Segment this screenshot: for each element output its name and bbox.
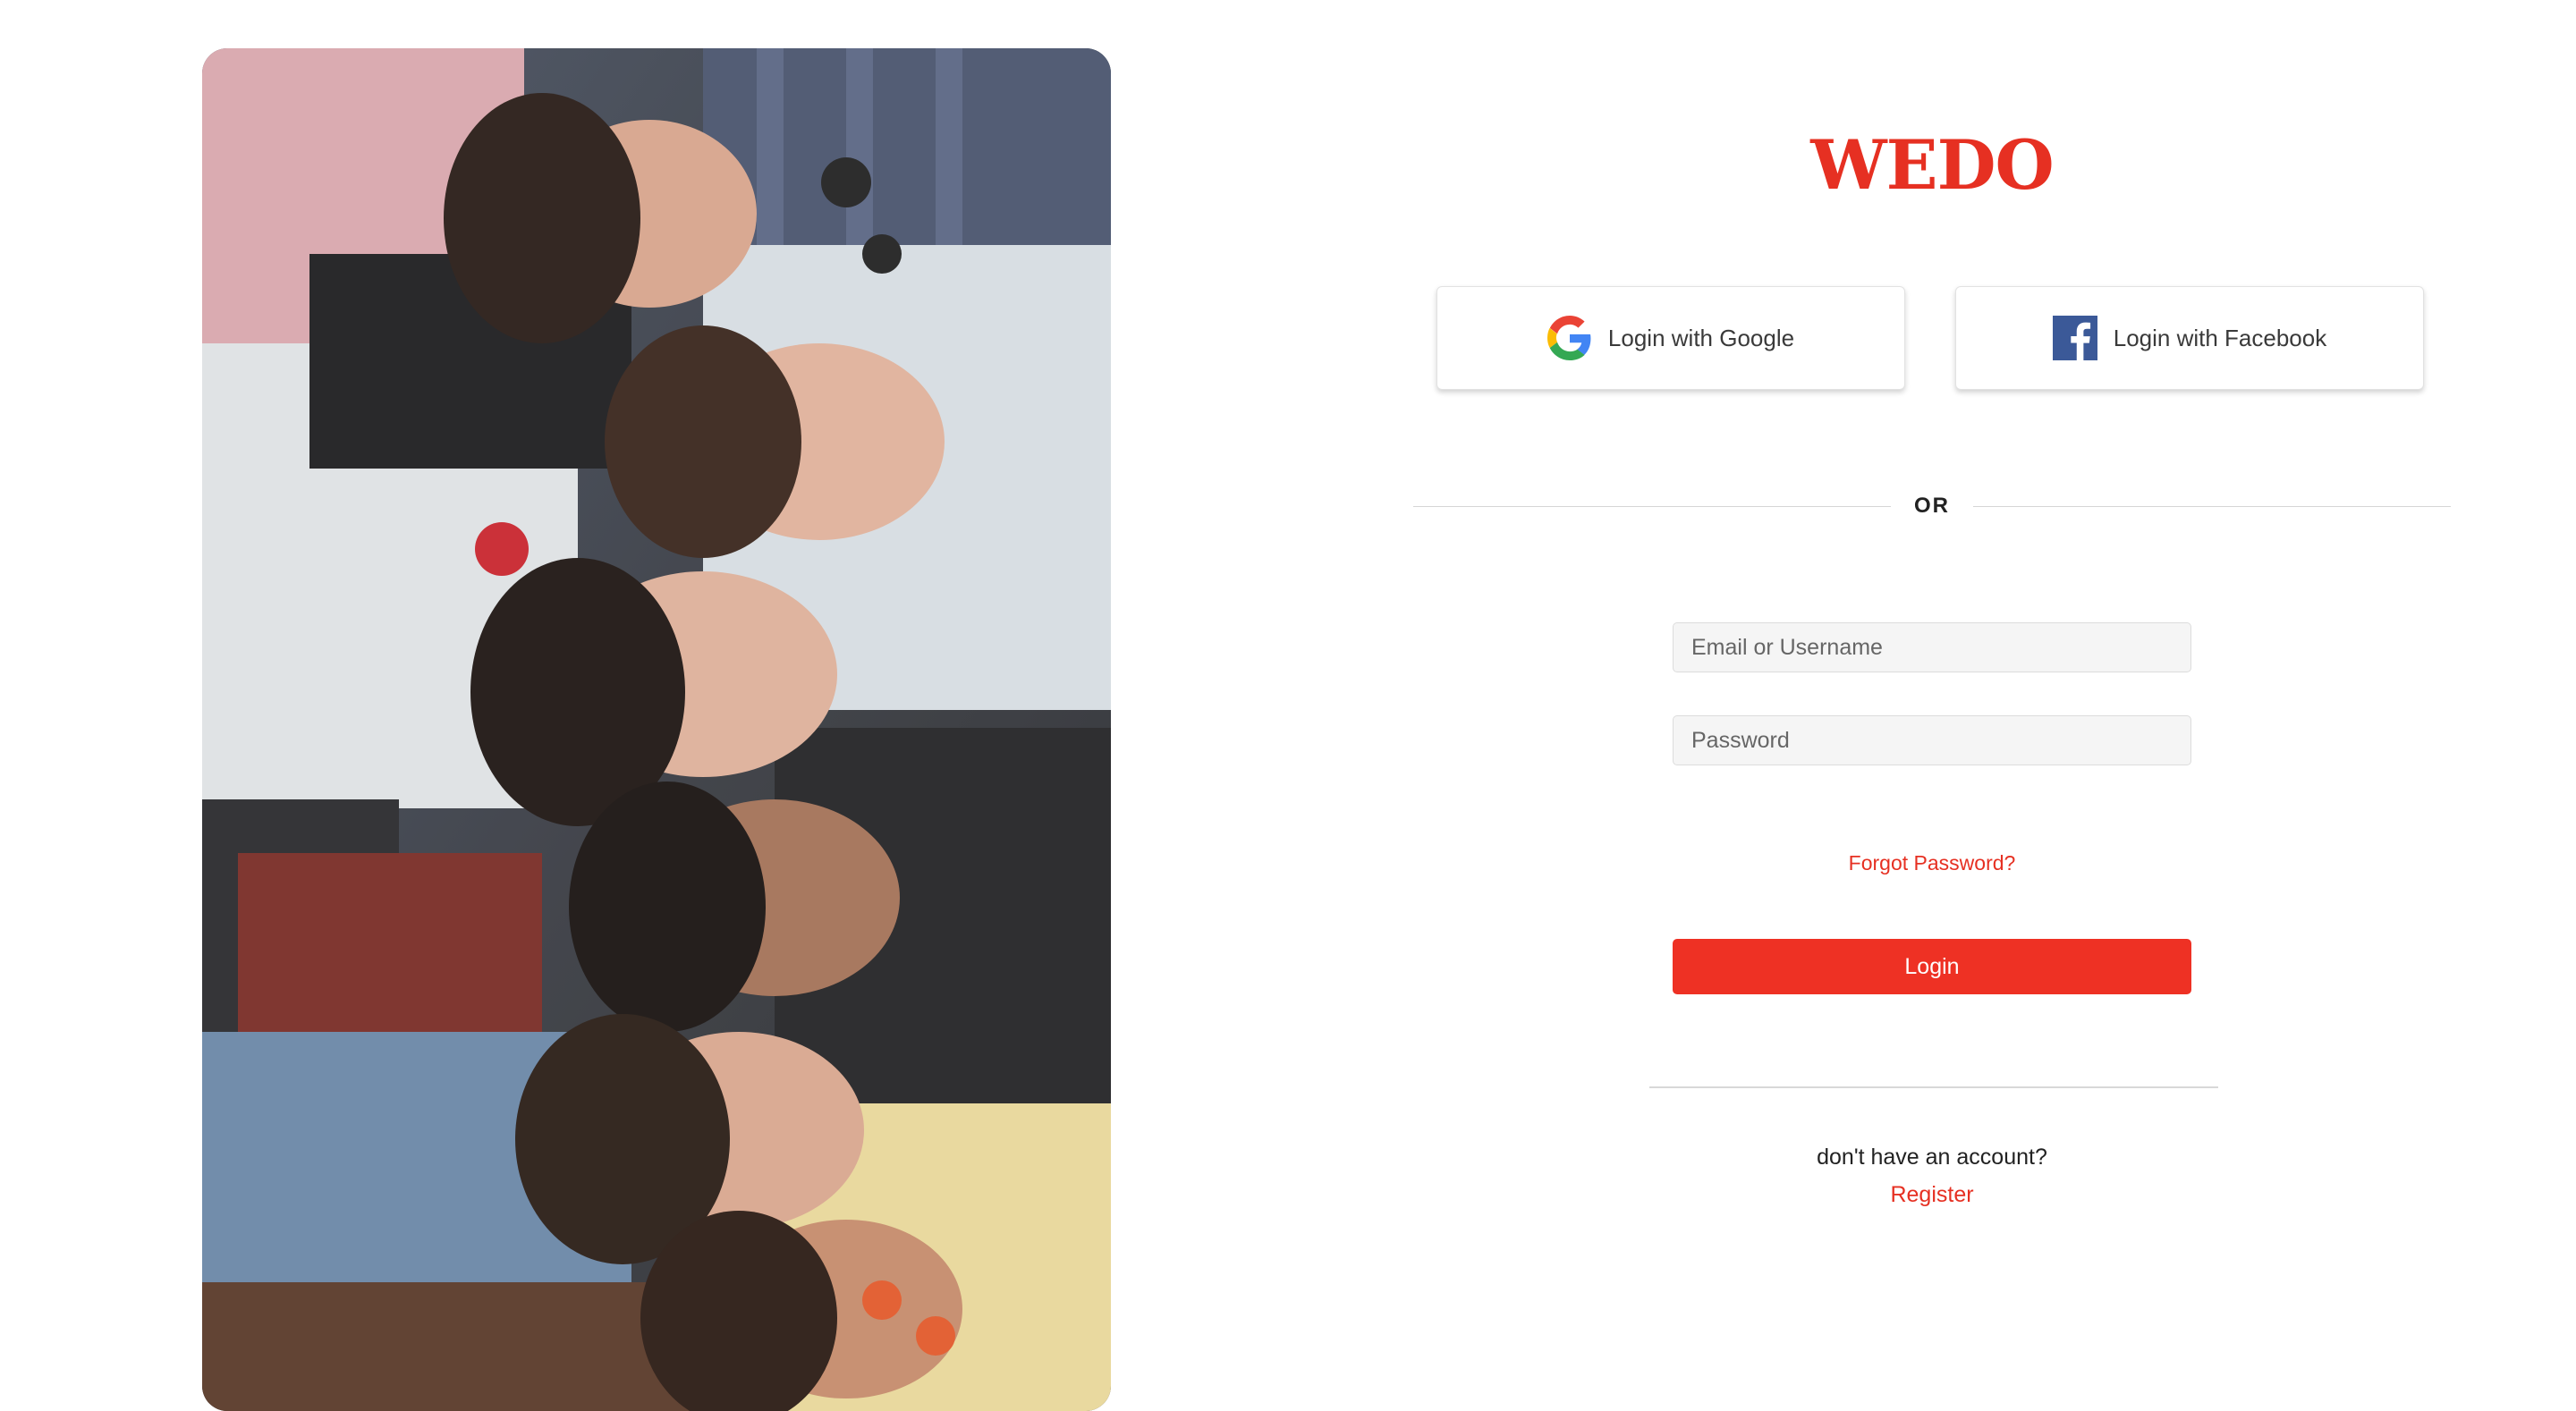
login-button[interactable]: Login <box>1673 939 2191 994</box>
email-username-input[interactable] <box>1673 622 2191 672</box>
hero-photo <box>202 48 1111 1411</box>
register-link[interactable]: Register <box>1610 1182 2254 1208</box>
group-photo-image <box>202 48 1111 1411</box>
or-divider: OR <box>1413 490 2451 522</box>
google-icon <box>1546 316 1592 360</box>
password-input[interactable] <box>1673 715 2191 765</box>
brand-logo: WEDO <box>1810 125 2054 205</box>
login-facebook-button[interactable]: Login with Facebook <box>1955 286 2424 390</box>
divider-text: OR <box>1914 494 1950 518</box>
login-google-button[interactable]: Login with Google <box>1436 286 1905 390</box>
divider-line-right <box>1973 506 2451 507</box>
divider-line-left <box>1413 506 1891 507</box>
footer-divider <box>1649 1086 2218 1088</box>
facebook-icon <box>2052 316 2097 360</box>
login-google-label: Login with Google <box>1607 324 1795 351</box>
no-account-text: don't have an account? <box>1817 1145 2047 1170</box>
forgot-password-link[interactable]: Forgot Password? <box>1673 851 2191 875</box>
login-facebook-label: Login with Facebook <box>2113 324 2327 351</box>
